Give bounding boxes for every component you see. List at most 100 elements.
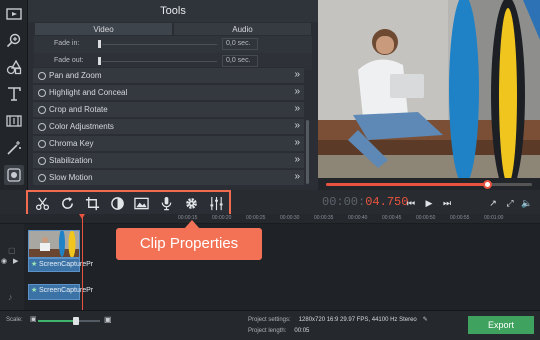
fade-out-label: Fade out: [54, 57, 84, 64]
project-settings-value: 1280x720 16:9 29.97 FPS, 44100 Hz Stereo [298, 317, 417, 323]
tool-item-label: Crop and Rotate [49, 105, 108, 114]
playhead-marker[interactable] [79, 214, 85, 219]
tab-audio[interactable]: Audio [173, 22, 312, 36]
tool-item-color[interactable]: Color Adjustments » [33, 118, 304, 134]
music-icon: ♪ [8, 292, 13, 302]
star-icon: ★ [31, 261, 38, 268]
playhead-line[interactable] [82, 214, 83, 310]
project-length-label: Project length: [248, 328, 287, 334]
video-track-icon: ▢ [8, 246, 16, 255]
tool-item-label: Color Adjustments [49, 122, 114, 131]
audio-clip[interactable]: ScreenCapturePr ★ [28, 284, 93, 300]
scale-slider[interactable] [38, 317, 100, 325]
project-length: Project length: 00:05 [248, 328, 309, 334]
radio-icon [38, 123, 46, 131]
tool-item-crop-rotate[interactable]: Crop and Rotate » [33, 101, 304, 117]
chevron-right-icon: » [294, 86, 300, 97]
export-frame-icon[interactable]: ↗ [484, 195, 502, 211]
video-clip[interactable]: ScreenCapturePr ★ [28, 258, 93, 272]
ruler-tick: 00:00:45 [382, 215, 402, 221]
tool-item-highlight[interactable]: Highlight and Conceal » [33, 84, 304, 100]
radio-icon [38, 140, 46, 148]
tools-tabs: Video Audio [34, 22, 312, 36]
volume-icon[interactable]: 🔈 [518, 195, 536, 211]
fade-out-track[interactable] [102, 61, 217, 62]
chevron-right-icon: » [294, 171, 300, 182]
video-clip-thumbnail[interactable] [28, 229, 80, 258]
fade-in-track[interactable] [102, 44, 217, 45]
tab-video[interactable]: Video [34, 22, 173, 36]
crop-icon[interactable] [80, 193, 105, 215]
record-icon[interactable] [4, 165, 24, 185]
fullscreen-icon[interactable]: ⤢ [501, 195, 519, 211]
radio-icon [38, 89, 46, 97]
left-toolbar [0, 0, 28, 190]
scrub-progress [326, 183, 487, 186]
video-clip-title: ScreenCapturePr [39, 261, 94, 268]
zoom-out-icon[interactable]: ▣ [30, 315, 37, 323]
tool-item-label: Highlight and Conceal [49, 88, 128, 97]
next-frame-icon[interactable]: ⏭ [438, 195, 456, 211]
scissors-icon[interactable] [30, 193, 55, 215]
chevron-right-icon: » [294, 120, 300, 131]
tool-item-label: Pan and Zoom [49, 71, 102, 80]
magic-icon[interactable] [4, 138, 24, 158]
scale-label: Scale: [6, 317, 23, 323]
track-controls: ▢ ◉ ▶ ♪ [0, 224, 24, 310]
status-bar: Scale: ▣ ▣ Project settings: 1280x720 16:… [0, 310, 540, 340]
edit-tools-group [26, 190, 231, 217]
radio-icon [38, 106, 46, 114]
play-icon[interactable]: ▶ [420, 195, 438, 211]
scale-fill [38, 320, 77, 322]
rotate-icon[interactable] [55, 193, 80, 215]
scrub-track[interactable] [326, 180, 532, 189]
fade-in-label: Fade in: [54, 40, 80, 47]
preview-image [318, 0, 540, 178]
ruler-tick: 00:00:50 [416, 215, 436, 221]
ruler-tick: 00:00:25 [246, 215, 266, 221]
media-icon[interactable] [4, 4, 24, 24]
video-preview [318, 0, 540, 178]
tool-item-slow-motion[interactable]: Slow Motion » [33, 169, 304, 185]
timecode-dim: 00:00: [322, 195, 366, 209]
audio-clip-title: ScreenCapturePr [39, 287, 94, 294]
ruler-tick: 00:00:55 [450, 215, 470, 221]
tools-title: Tools [28, 0, 318, 22]
image-icon[interactable] [130, 193, 155, 215]
microphone-icon[interactable] [154, 193, 179, 215]
titles-icon[interactable] [4, 84, 24, 104]
gear-icon[interactable] [179, 193, 204, 215]
pencil-icon[interactable]: ✎ [423, 317, 428, 323]
chevron-right-icon: » [294, 103, 300, 114]
tools-scrollbar[interactable] [306, 120, 309, 184]
filters-icon[interactable] [4, 57, 24, 77]
chevron-right-icon: » [294, 154, 300, 165]
ruler-tick: 00:00:30 [280, 215, 300, 221]
mute-icon[interactable]: ▶ [13, 257, 18, 265]
scrub-handle[interactable] [482, 180, 492, 189]
clip-thumbnail-image [29, 229, 79, 258]
chevron-right-icon: » [294, 137, 300, 148]
zoom-in-icon[interactable]: ▣ [104, 315, 112, 324]
equalizer-icon[interactable] [204, 193, 229, 215]
tool-item-label: Chroma Key [49, 139, 94, 148]
ruler-tick: 00:00:40 [348, 215, 368, 221]
tool-item-stabilization[interactable]: Stabilization » [33, 152, 304, 168]
zoom-icon[interactable] [4, 30, 24, 50]
visibility-icon[interactable]: ◉ [1, 257, 7, 265]
tool-item-chroma[interactable]: Chroma Key » [33, 135, 304, 151]
chevron-right-icon: » [294, 69, 300, 80]
color-icon[interactable] [105, 193, 130, 215]
fade-in-slider[interactable] [98, 40, 101, 48]
project-settings: Project settings: 1280x720 16:9 29.97 FPS… [248, 316, 428, 323]
ruler-tick: 00:00:20 [212, 215, 232, 221]
fade-out-slider[interactable] [98, 57, 101, 65]
transitions-icon[interactable] [4, 111, 24, 131]
scale-handle[interactable] [73, 317, 80, 325]
clip-properties-callout: Clip Properties [116, 228, 262, 260]
export-button[interactable]: Export [468, 316, 534, 334]
previous-frame-icon[interactable]: ⏮ [402, 195, 420, 211]
radio-icon [38, 72, 46, 80]
tool-item-pan-zoom[interactable]: Pan and Zoom » [33, 67, 304, 83]
radio-icon [38, 174, 46, 182]
